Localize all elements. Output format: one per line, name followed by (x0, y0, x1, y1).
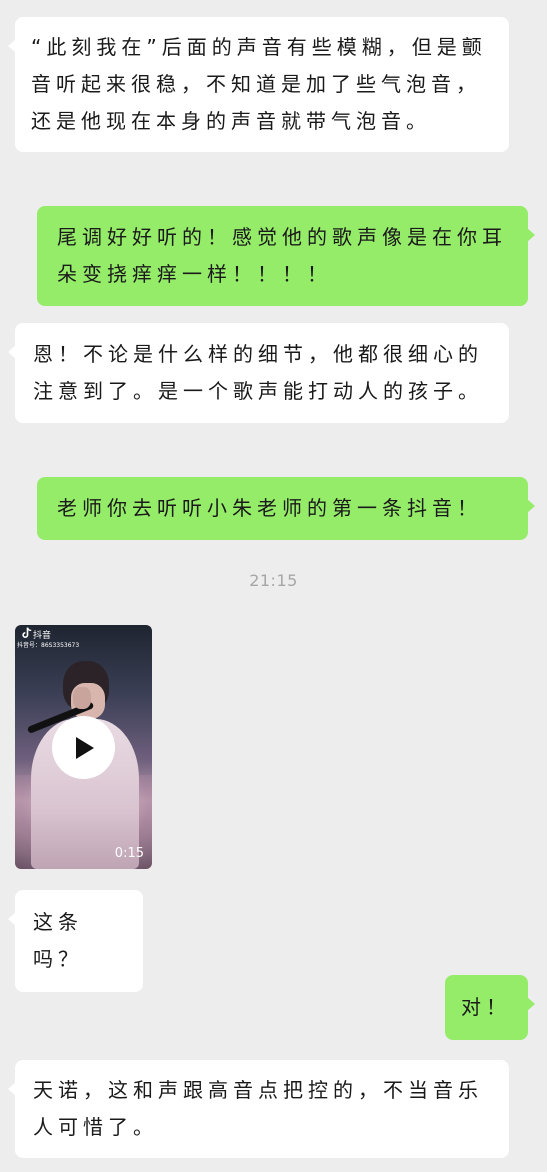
tiktok-account-id: 抖音号：86S3353673 (17, 642, 80, 649)
chat-area: “此刻我在”后面的声音有些模糊，但是颤音听起来很稳，不知道是加了些气泡音，还是他… (0, 0, 547, 1172)
tiktok-logo-icon (22, 627, 32, 638)
video-duration: 0:15 (114, 846, 144, 861)
play-button[interactable] (52, 716, 115, 779)
video-thumbnail-hand (73, 687, 91, 709)
outgoing-message-bubble[interactable]: 对！ (445, 975, 535, 1040)
incoming-message-bubble[interactable]: 恩！不论是什么样的细节，他都很细心的注意到了。是一个歌声能打动人的孩子。 (8, 323, 509, 423)
shared-video-message[interactable]: 抖音 抖音号：86S3353673 0:15 (15, 625, 152, 869)
outgoing-message-bubble[interactable]: 尾调好好听的！感觉他的歌声像是在你耳朵变挠痒痒一样！！！！ (37, 206, 535, 306)
play-icon (75, 736, 94, 759)
outgoing-message-bubble[interactable]: 老师你去听听小朱老师的第一条抖音！ (37, 477, 535, 540)
message-timestamp: 21:15 (249, 571, 298, 590)
incoming-message-bubble[interactable]: “此刻我在”后面的声音有些模糊，但是颤音听起来很稳，不知道是加了些气泡音，还是他… (8, 17, 509, 152)
incoming-message-bubble[interactable]: 这条吗？ (8, 890, 143, 992)
incoming-message-bubble[interactable]: 天诺，这和声跟高音点把控的，不当音乐人可惜了。 (8, 1060, 509, 1158)
